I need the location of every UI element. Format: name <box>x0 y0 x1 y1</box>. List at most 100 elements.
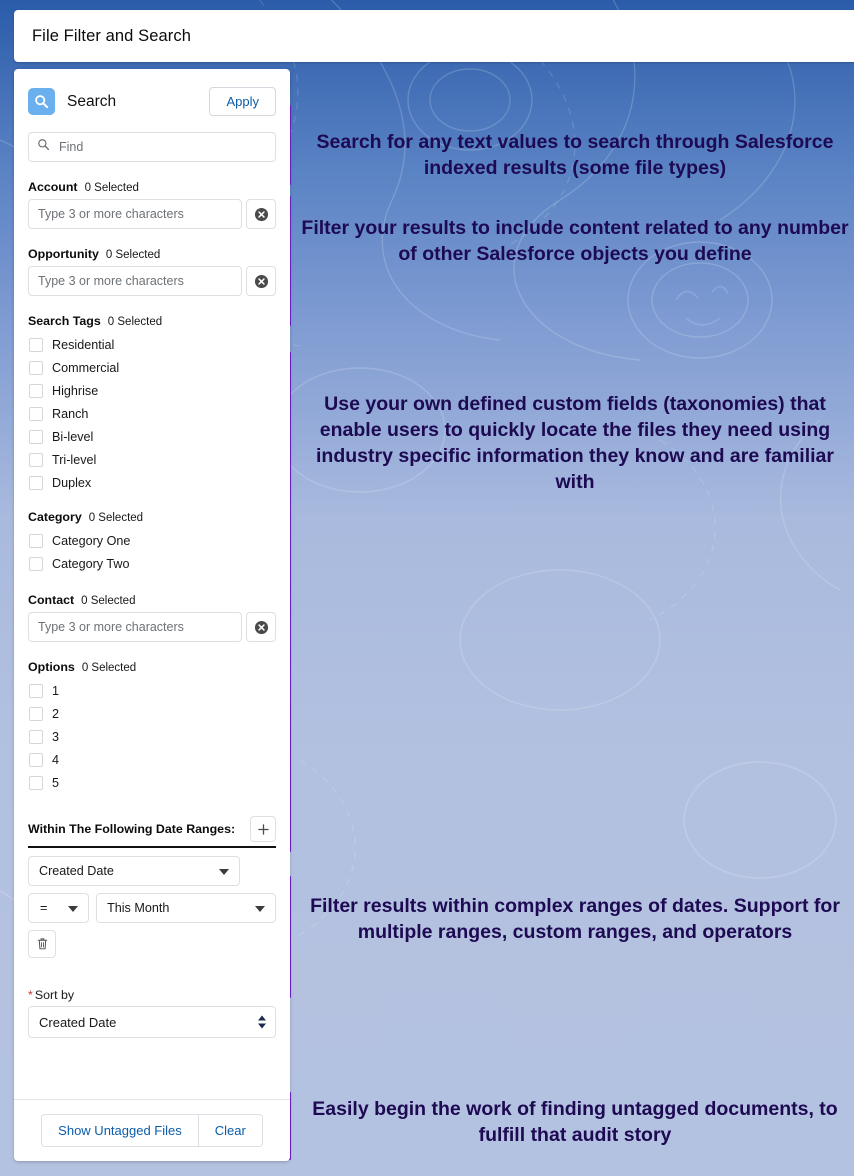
search-icon <box>28 88 55 115</box>
contact-label: Contact <box>28 593 75 607</box>
checkbox-label: 1 <box>52 683 60 698</box>
sort-by-label: Sort by <box>34 988 75 1002</box>
checkbox-search-tag-duplex[interactable] <box>29 475 43 490</box>
clear-circle-icon <box>254 620 268 634</box>
checkbox-option-4[interactable] <box>29 752 43 767</box>
sort-by-label-row: * Sort by <box>28 988 276 1002</box>
checkbox-label: Residential <box>52 337 115 352</box>
opportunity-input[interactable] <box>28 266 242 296</box>
date-range-operator-row: = This Month <box>28 893 276 923</box>
checkbox-category-two[interactable] <box>29 556 43 571</box>
category-selected-count: 0 Selected <box>88 512 144 524</box>
contact-input[interactable] <box>28 612 242 642</box>
checkbox-row[interactable]: Tri-level <box>28 448 276 471</box>
checkbox-option-2[interactable] <box>29 706 43 721</box>
filter-panel-footer: Show Untagged Files Clear <box>14 1099 290 1161</box>
opportunity-clear-button[interactable] <box>246 266 276 296</box>
checkbox-search-tag-bi-level[interactable] <box>29 429 43 444</box>
checkbox-label: 2 <box>52 706 60 721</box>
checkbox-label: 4 <box>52 752 60 767</box>
date-range-value-value: This Month <box>107 901 170 915</box>
checkbox-row[interactable]: 5 <box>28 771 276 794</box>
checkbox-row[interactable]: 3 <box>28 725 276 748</box>
options-label-row: Options 0 Selected <box>28 660 276 674</box>
checkbox-search-tag-commercial[interactable] <box>29 360 43 375</box>
search-input[interactable] <box>28 132 276 162</box>
plus-icon <box>257 823 269 835</box>
delete-date-range-button[interactable] <box>28 930 56 958</box>
search-tags-label-row: Search Tags 0 Selected <box>28 314 276 328</box>
checkbox-row[interactable]: 1 <box>28 679 276 702</box>
checkbox-label: 3 <box>52 729 60 744</box>
checkbox-label: Bi-level <box>52 429 94 444</box>
page-title: File Filter and Search <box>32 26 192 45</box>
checkbox-label: Commercial <box>52 360 120 375</box>
checkbox-label: Duplex <box>52 475 92 490</box>
annotation-custom-fields: Use your own defined custom fields (taxo… <box>316 393 834 493</box>
annotation-related-objects: Filter your results to include content r… <box>301 217 849 265</box>
apply-button[interactable]: Apply <box>209 87 276 116</box>
account-label: Account <box>28 180 78 194</box>
search-tags-selected-count: 0 Selected <box>107 316 163 328</box>
checkbox-row[interactable]: 4 <box>28 748 276 771</box>
window-title-bar: File Filter and Search <box>14 10 854 62</box>
annotation-search: Search for any text values to search thr… <box>316 131 834 179</box>
checkbox-row[interactable]: 2 <box>28 702 276 725</box>
search-tags-label: Search Tags <box>28 314 101 328</box>
account-lookup <box>28 199 276 229</box>
account-field-label: Account 0 Selected <box>28 180 276 194</box>
find-field-wrap <box>28 132 276 162</box>
account-clear-button[interactable] <box>246 199 276 229</box>
checkbox-row[interactable]: Ranch <box>28 402 276 425</box>
checkbox-category-one[interactable] <box>29 533 43 548</box>
clear-circle-icon <box>254 274 268 288</box>
opportunity-label: Opportunity <box>28 247 99 261</box>
opportunity-lookup <box>28 266 276 296</box>
checkbox-search-tag-residential[interactable] <box>29 337 43 352</box>
opportunity-selected-count: 0 Selected <box>105 249 161 261</box>
checkbox-label: Category Two <box>52 556 130 571</box>
sort-by-section: * Sort by Created Date <box>28 988 276 1038</box>
contact-clear-button[interactable] <box>246 612 276 642</box>
checkbox-option-3[interactable] <box>29 729 43 744</box>
arrow-down-icon[interactable] <box>258 1023 266 1029</box>
show-untagged-files-button[interactable]: Show Untagged Files <box>42 1115 198 1146</box>
account-input[interactable] <box>28 199 242 229</box>
checkbox-row[interactable]: Bi-level <box>28 425 276 448</box>
date-ranges-section: Within The Following Date Ranges: Create… <box>28 816 276 958</box>
required-indicator: * <box>28 988 33 1002</box>
date-ranges-divider <box>28 846 276 848</box>
opportunity-field-label: Opportunity 0 Selected <box>28 247 276 261</box>
search-tags-group: Search Tags 0 Selected Residential Comme… <box>28 314 276 494</box>
checkbox-row[interactable]: Category One <box>28 529 276 552</box>
sort-by-select[interactable]: Created Date <box>28 1006 276 1038</box>
options-selected-count: 0 Selected <box>81 662 137 674</box>
category-label: Category <box>28 510 82 524</box>
options-group: Options 0 Selected 1 2 3 4 5 <box>28 660 276 794</box>
add-date-range-button[interactable] <box>250 816 276 842</box>
clear-button[interactable]: Clear <box>197 1115 262 1146</box>
checkbox-label: Ranch <box>52 406 89 421</box>
filter-panel: Search Apply Account 0 Selected <box>14 69 290 1161</box>
date-range-field-select[interactable]: Created Date <box>28 856 240 886</box>
checkbox-label: Tri-level <box>52 452 97 467</box>
date-range-value-select[interactable]: This Month <box>96 893 276 923</box>
checkbox-search-tag-tri-level[interactable] <box>29 452 43 467</box>
trash-icon <box>37 938 47 950</box>
checkbox-row[interactable]: Highrise <box>28 379 276 402</box>
checkbox-row[interactable]: Residential <box>28 333 276 356</box>
date-range-operator-select[interactable]: = <box>28 893 90 923</box>
checkbox-row[interactable]: Commercial <box>28 356 276 379</box>
account-selected-count: 0 Selected <box>84 182 139 194</box>
checkbox-option-5[interactable] <box>29 775 43 790</box>
checkbox-row[interactable]: Category Two <box>28 552 276 575</box>
arrow-up-icon[interactable] <box>258 1015 266 1021</box>
checkbox-search-tag-highrise[interactable] <box>29 383 43 398</box>
up-down-arrows-icon[interactable] <box>258 1015 266 1029</box>
checkbox-option-1[interactable] <box>29 683 43 698</box>
panel-header: Search Apply <box>28 69 276 128</box>
date-range-operator-value: = <box>40 901 48 915</box>
checkbox-search-tag-ranch[interactable] <box>29 406 43 421</box>
clear-circle-icon <box>254 207 268 221</box>
checkbox-row[interactable]: Duplex <box>28 471 276 494</box>
